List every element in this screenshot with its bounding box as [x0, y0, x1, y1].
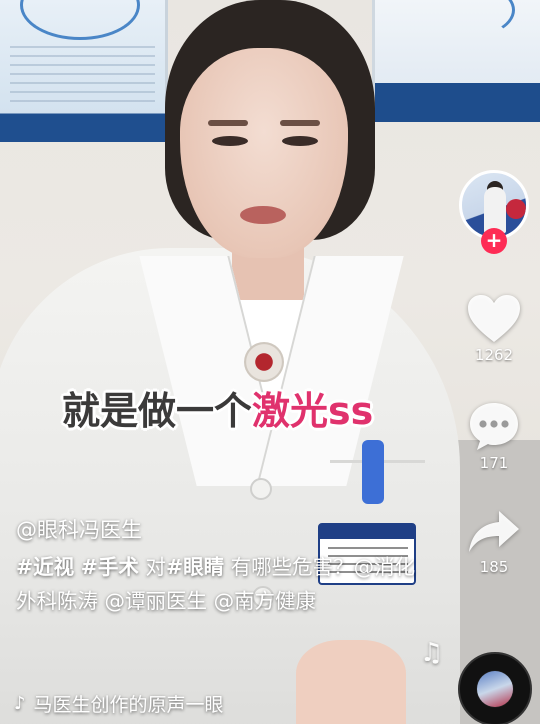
hashtag[interactable]: #手术: [81, 555, 139, 579]
desc-text: 对: [145, 555, 166, 579]
like-button[interactable]: 1262: [459, 294, 529, 364]
wall-poster-right: [372, 0, 540, 122]
music-title: 马医生创作的原声一眼: [33, 694, 224, 716]
music-info[interactable]: ♪ 马医生创作的原声一眼: [14, 690, 224, 717]
doctor-face: [180, 48, 348, 258]
share-count: 185: [479, 558, 509, 576]
share-arrow-icon: [469, 511, 519, 552]
author-name[interactable]: @眼科冯医生: [16, 514, 142, 544]
post-description: #近视 #手术 对#眼睛 有哪些危害？@消化外科陈涛 @谭丽医生 @南方健康: [16, 550, 416, 618]
mention-link[interactable]: @南方健康: [214, 589, 317, 613]
coat-button: [250, 478, 272, 500]
desc-text: 有哪些危害？: [230, 555, 354, 579]
like-count: 1262: [474, 346, 514, 364]
doctor-hand: [296, 640, 406, 724]
music-note-icon: ♪: [14, 693, 26, 714]
comment-count: 171: [479, 454, 509, 472]
floating-note-icon: ♫: [420, 638, 444, 668]
pen: [362, 440, 384, 504]
video-caption-text: 就是做一个: [62, 389, 253, 433]
hashtag[interactable]: #眼睛: [166, 555, 224, 579]
music-cover-image: [477, 671, 513, 707]
author-avatar-group[interactable]: +: [459, 170, 529, 254]
mention-link[interactable]: @谭丽医生: [105, 589, 208, 613]
brooch: [244, 342, 284, 382]
video-caption-highlight: 激光ss: [252, 389, 374, 433]
hashtag[interactable]: #近视: [16, 555, 74, 579]
music-disc[interactable]: [458, 652, 532, 724]
wall-poster-left: [0, 0, 168, 142]
follow-button[interactable]: +: [481, 228, 507, 254]
heart-icon: [468, 295, 520, 342]
comment-icon: [470, 403, 518, 450]
share-button[interactable]: 185: [459, 508, 529, 576]
video-caption: 就是做一个 激光ss: [62, 380, 373, 442]
comment-button[interactable]: 171: [459, 400, 529, 472]
